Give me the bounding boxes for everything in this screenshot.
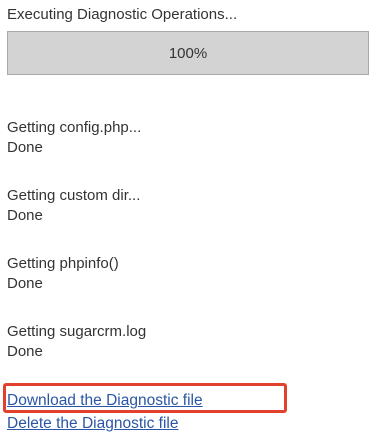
step-status: Done xyxy=(7,343,43,360)
step-sugarcrm-log: Getting sugarcrm.log Done xyxy=(7,322,146,362)
download-diagnostic-link[interactable]: Download the Diagnostic file xyxy=(7,391,203,411)
step-status: Done xyxy=(7,275,43,292)
progress-percent-label: 100% xyxy=(168,44,208,62)
step-label: Getting custom dir... xyxy=(7,187,141,204)
step-phpinfo: Getting phpinfo() Done xyxy=(7,254,119,294)
progress-bar: 100% xyxy=(7,31,369,75)
step-label: Getting phpinfo() xyxy=(7,255,119,272)
step-custom-dir: Getting custom dir... Done xyxy=(7,186,140,226)
operation-heading: Executing Diagnostic Operations... xyxy=(7,6,238,23)
step-config: Getting config.php... Done xyxy=(7,118,141,158)
step-label: Getting config.php... xyxy=(7,119,142,136)
step-label: Getting sugarcrm.log xyxy=(7,323,147,340)
delete-diagnostic-link[interactable]: Delete the Diagnostic file xyxy=(7,414,178,434)
step-status: Done xyxy=(7,139,43,156)
step-status: Done xyxy=(7,207,43,224)
